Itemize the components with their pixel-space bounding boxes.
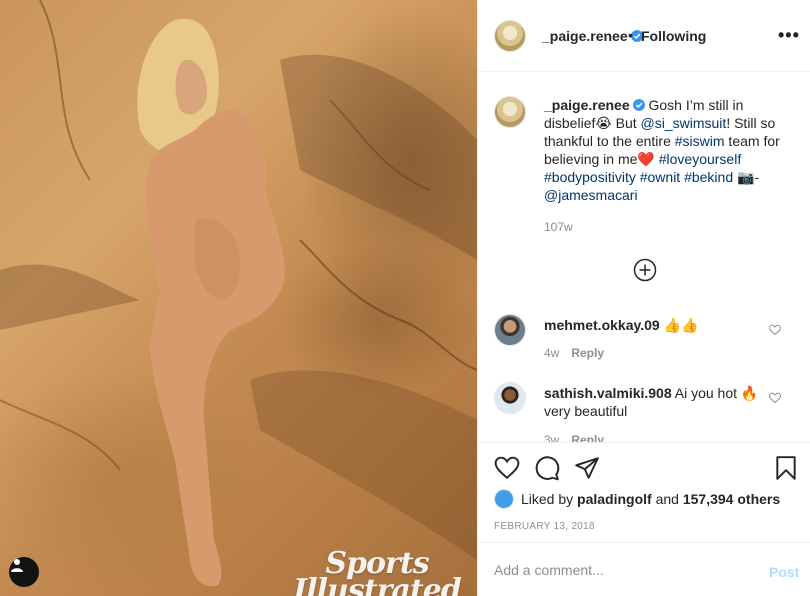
add-comment-input[interactable] <box>494 557 744 583</box>
commenter-avatar[interactable] <box>494 382 526 414</box>
comment-item: sathish.valmiki.908 Ai you hot 🔥 very be… <box>494 382 794 442</box>
likes-count-button[interactable]: 157,394 others <box>683 491 780 507</box>
caption-username[interactable]: _paige.renee <box>544 97 630 113</box>
save-bookmark-icon[interactable] <box>773 455 799 481</box>
author-username-text[interactable]: _paige.renee <box>542 28 628 44</box>
author-avatar[interactable] <box>494 20 526 52</box>
caption-verified-badge-icon <box>632 99 645 111</box>
watermark-line-2: Illustrated <box>293 573 462 596</box>
following-button[interactable]: Following <box>641 28 706 44</box>
share-paper-plane-icon[interactable] <box>574 455 600 481</box>
photo-illustration <box>0 0 477 587</box>
likes-summary: Liked by paladingolf and 157,394 others <box>494 489 780 509</box>
comment-time[interactable]: 3w <box>544 433 559 442</box>
hashtag-siswim[interactable]: #siswim <box>675 133 725 149</box>
header-separator: • <box>628 27 633 43</box>
liker-avatar[interactable] <box>494 489 514 509</box>
comment-item: mehmet.okkay.09 👍👍 4w Reply <box>494 314 794 374</box>
commenter-avatar[interactable] <box>494 314 526 346</box>
commenter-username[interactable]: mehmet.okkay.09 <box>544 317 660 333</box>
tagged-users-button[interactable] <box>9 557 39 587</box>
hashtag-bekind[interactable]: #bekind <box>684 169 733 185</box>
mention-jamesmacari[interactable]: @jamesmacari <box>544 187 638 203</box>
post-date[interactable]: FEBRUARY 13, 2018 <box>494 521 595 532</box>
post-comment-button[interactable]: Post <box>769 564 799 580</box>
post-header: _paige.renee • Following ••• <box>478 0 810 72</box>
comment-meta: 3w Reply <box>544 433 604 442</box>
more-options-button[interactable]: ••• <box>778 26 800 44</box>
comment-body: 👍👍 <box>659 317 699 333</box>
comment-bubble-icon[interactable] <box>534 455 560 481</box>
comments-scroll-area[interactable]: _paige.renee Gosh I’m still in disbelief… <box>478 72 810 442</box>
post-actions: Liked by paladingolf and 157,394 others … <box>478 442 810 542</box>
likes-middle: and <box>651 491 683 507</box>
hashtag-ownit[interactable]: #ownit <box>640 169 680 185</box>
reply-button[interactable]: Reply <box>571 346 604 360</box>
comment-text: sathish.valmiki.908 Ai you hot 🔥 very be… <box>544 384 764 420</box>
hashtag-bodypositivity[interactable]: #bodypositivity <box>544 169 636 185</box>
post-photo[interactable]: Sports Illustrated <box>0 0 477 596</box>
reply-button[interactable]: Reply <box>571 433 604 442</box>
mention-si-swimsuit[interactable]: @si_swimsuit <box>641 115 727 131</box>
hashtag-loveyourself[interactable]: #loveyourself <box>659 151 742 167</box>
liker-username[interactable]: paladingolf <box>577 491 652 507</box>
commenter-username[interactable]: sathish.valmiki.908 <box>544 385 672 401</box>
comment-like-heart-icon[interactable] <box>769 392 781 404</box>
caption-text: _paige.renee Gosh I’m still in disbelief… <box>544 96 794 204</box>
like-heart-icon[interactable] <box>494 455 520 481</box>
person-icon <box>11 559 23 572</box>
comment-text: mehmet.okkay.09 👍👍 <box>544 316 764 334</box>
load-more-comments-icon[interactable] <box>633 258 657 282</box>
comment-time[interactable]: 4w <box>544 346 559 360</box>
caption-text-7: 📷- <box>733 169 760 185</box>
post-details-panel: _paige.renee • Following ••• _paige.rene… <box>477 0 810 596</box>
sports-illustrated-watermark: Sports Illustrated <box>292 549 462 596</box>
caption-timestamp[interactable]: 107w <box>544 220 573 234</box>
comment-like-heart-icon[interactable] <box>769 324 781 336</box>
comment-meta: 4w Reply <box>544 346 604 360</box>
likes-prefix: Liked by <box>521 491 574 507</box>
add-comment-bar: Post <box>478 542 810 596</box>
caption-author-avatar[interactable] <box>494 96 526 128</box>
